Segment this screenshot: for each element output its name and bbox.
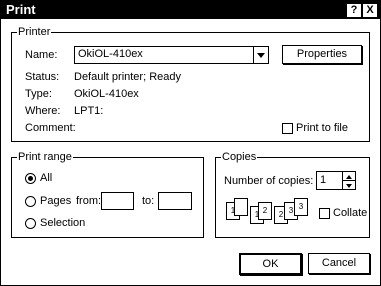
ok-button[interactable]: OK: [239, 253, 302, 275]
to-label: to:: [142, 195, 155, 207]
printer-name-select[interactable]: OkiOL-410ex: [74, 46, 269, 64]
from-label: from:: [76, 195, 102, 207]
collate-checkbox[interactable]: [319, 208, 330, 219]
where-value: LPT1:: [74, 105, 104, 117]
all-label: All: [40, 172, 53, 184]
pages-radio[interactable]: [25, 196, 36, 207]
spin-up-icon[interactable]: [342, 172, 355, 181]
close-button[interactable]: X: [362, 3, 378, 18]
title-bar: Print ? X: [1, 1, 380, 19]
print-to-file-label: Print to file: [296, 122, 348, 134]
properties-button[interactable]: Properties: [282, 45, 362, 64]
pages-label: Pages: [40, 195, 72, 207]
type-value: OkiOL-410ex: [74, 88, 139, 100]
printer-group: Printer Name: OkiOL-410ex Properties Sta…: [11, 26, 370, 142]
type-label: Type:: [25, 88, 52, 100]
print-dialog: Print ? X Printer Name: OkiOL-410ex Prop…: [0, 0, 381, 286]
help-button[interactable]: ?: [346, 3, 362, 18]
number-of-copies-label: Number of copies:: [224, 175, 314, 187]
selection-radio[interactable]: [25, 218, 36, 229]
collate-page: 3: [294, 198, 308, 216]
collate-label: Collate: [333, 207, 368, 219]
printer-name-value: OkiOL-410ex: [78, 48, 143, 60]
copies-value: 1: [320, 174, 327, 186]
print-range-group: Print range All Pages from: to: Selectio…: [11, 151, 204, 238]
collate-page: 2: [258, 202, 272, 220]
copies-spinner[interactable]: 1: [316, 171, 356, 190]
collate-page: [234, 198, 248, 216]
from-input[interactable]: [101, 192, 134, 210]
printer-legend: Printer: [17, 26, 52, 38]
status-value: Default printer; Ready: [74, 71, 181, 83]
to-input[interactable]: [158, 192, 192, 210]
print-to-file-checkbox[interactable]: [282, 123, 293, 134]
cancel-button[interactable]: Cancel: [308, 253, 370, 274]
print-range-legend: Print range: [17, 151, 73, 163]
chevron-down-icon[interactable]: [253, 47, 268, 63]
spin-down-icon[interactable]: [342, 181, 355, 189]
where-label: Where:: [25, 105, 61, 117]
all-radio[interactable]: [25, 173, 36, 184]
dialog-title: Print: [6, 2, 36, 17]
comment-label: Comment:: [25, 122, 76, 134]
copies-group: Copies Number of copies: 1 1 1 2 2 3 3 C…: [215, 151, 370, 238]
status-label: Status:: [25, 71, 60, 83]
copies-legend: Copies: [221, 151, 258, 163]
selection-label: Selection: [40, 217, 86, 229]
printer-name-label: Name:: [25, 49, 58, 61]
